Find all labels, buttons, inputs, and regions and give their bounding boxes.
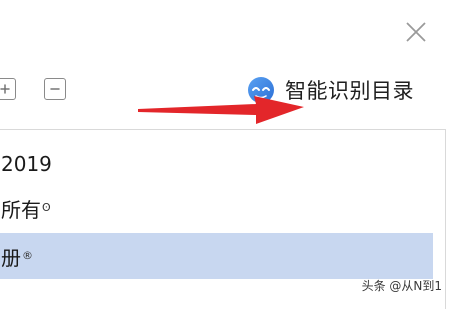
tree-item-label: 所有 [1, 197, 41, 222]
collapse-all-button[interactable] [44, 78, 66, 100]
watermark: 头条 @从N到1 [361, 279, 442, 293]
smart-toc-button[interactable]: 智能识别目录 [246, 74, 414, 106]
tree-item-label: 册 [1, 245, 21, 270]
tree-item[interactable]: 所有 ʘ [0, 186, 433, 230]
minus-icon [50, 88, 60, 90]
close-button[interactable] [402, 18, 430, 46]
plus-icon [0, 84, 10, 94]
tree-item-mark: ® [22, 248, 33, 262]
tree-item-selected[interactable]: 册 ® [0, 233, 433, 279]
tree-item[interactable]: 2019 [0, 142, 433, 186]
expand-all-button[interactable] [0, 78, 16, 100]
smart-toc-label: 智能识别目录 [285, 79, 414, 103]
smart-face-icon [248, 77, 274, 103]
tree-item-label: 2019 [1, 152, 52, 176]
tree-item-mark: ʘ [42, 200, 51, 214]
close-icon [406, 22, 426, 42]
